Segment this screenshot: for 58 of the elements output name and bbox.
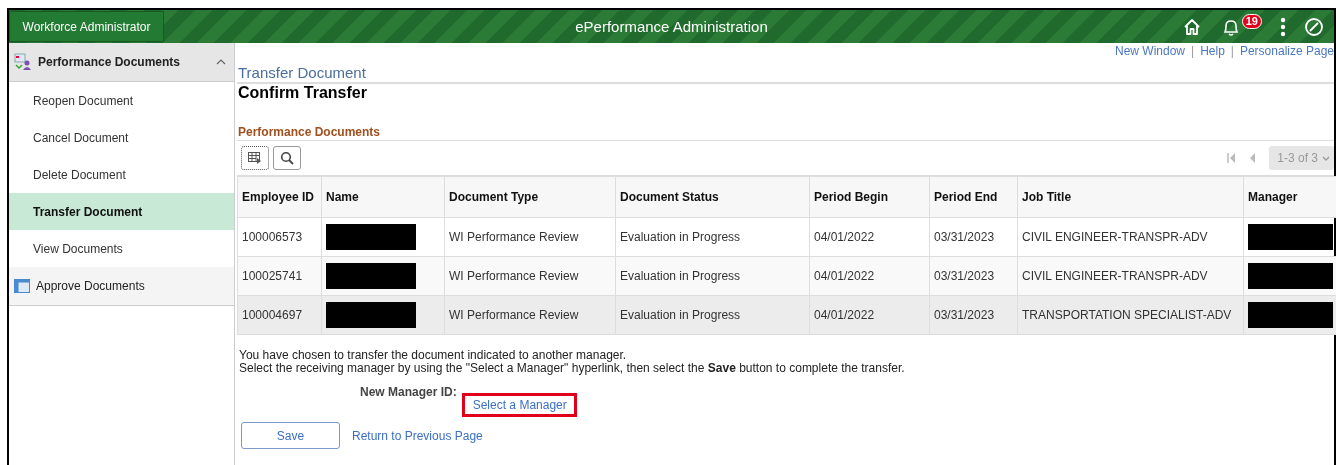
table-cell: 03/31/2023 bbox=[929, 256, 1018, 296]
sidebar-item[interactable]: Reopen Document bbox=[9, 82, 234, 119]
column-header: Employee ID bbox=[237, 176, 322, 218]
window-icon bbox=[14, 279, 30, 293]
grid-title: Performance Documents bbox=[238, 125, 381, 139]
page-title: Transfer Document bbox=[238, 64, 366, 81]
table-cell: TRANSPORTATION SPECIALIST-ADV bbox=[1017, 295, 1244, 335]
field-label: New Manager ID: bbox=[360, 385, 457, 399]
page-link[interactable]: Help bbox=[1200, 44, 1225, 59]
table-cell: 03/31/2023 bbox=[929, 217, 1018, 257]
page-subtitle: Confirm Transfer bbox=[238, 84, 367, 102]
table-cell: CIVIL ENGINEER-TRANSPR-ADV bbox=[1017, 217, 1244, 257]
return-link[interactable]: Return to Previous Page bbox=[352, 428, 483, 443]
table-cell: Evaluation in Progress bbox=[615, 295, 810, 335]
table-cell: 100004697 bbox=[237, 295, 322, 335]
column-header: Manager bbox=[1243, 176, 1336, 218]
column-header: Period End bbox=[929, 176, 1018, 218]
table-cell: 100006573 bbox=[237, 217, 322, 257]
grid-view-button[interactable] bbox=[241, 146, 269, 170]
table-cell: 03/31/2023 bbox=[929, 295, 1018, 335]
sidebar-item[interactable]: Transfer Document bbox=[9, 193, 234, 230]
column-header: Document Type bbox=[444, 176, 616, 218]
table-cell: 04/01/2022 bbox=[809, 217, 930, 257]
instruction-text: You have chosen to transfer the document indicated to another manager. bbox=[239, 349, 628, 362]
collapse-icon[interactable] bbox=[216, 59, 226, 65]
documents-person-icon bbox=[14, 53, 32, 71]
app-title: ePerformance Administration bbox=[575, 18, 768, 35]
more-icon[interactable] bbox=[1280, 16, 1286, 37]
page-link[interactable]: Personalize Page bbox=[1239, 44, 1334, 59]
search-icon bbox=[280, 151, 294, 165]
sidebar-item[interactable]: Cancel Document bbox=[9, 119, 234, 156]
table-cell: WI Performance Review bbox=[444, 256, 616, 296]
page-link[interactable]: New Window bbox=[1114, 44, 1185, 59]
sidebar-item[interactable]: View Documents bbox=[9, 230, 234, 267]
table-cell: Evaluation in Progress bbox=[615, 217, 810, 257]
table-cell: Evaluation in Progress bbox=[615, 256, 810, 296]
sidebar-section[interactable]: Performance Documents bbox=[9, 43, 234, 82]
search-button[interactable] bbox=[273, 146, 301, 170]
table-cell: CIVIL ENGINEER-TRANSPR-ADV bbox=[1017, 256, 1244, 296]
table-cell: 04/01/2022 bbox=[809, 295, 930, 335]
table-cell: 04/01/2022 bbox=[809, 256, 930, 296]
column-header: Period Begin bbox=[809, 176, 930, 218]
table-cell: 100025741 bbox=[237, 256, 322, 296]
table-cell: WI Performance Review bbox=[444, 217, 616, 257]
role-button[interactable]: Workforce Administrator bbox=[9, 11, 164, 42]
column-header: Document Status bbox=[615, 176, 810, 218]
column-header: Job Title bbox=[1017, 176, 1244, 218]
sidebar-section[interactable]: Approve Documents bbox=[9, 267, 234, 306]
link-separator: | bbox=[1230, 44, 1234, 59]
sidebar-item[interactable]: Delete Document bbox=[9, 156, 234, 193]
link-separator: | bbox=[1191, 44, 1195, 59]
notification-badge: 19 bbox=[1241, 13, 1262, 29]
column-header: Name bbox=[321, 176, 445, 218]
select-manager-link[interactable]: Select a Manager bbox=[461, 393, 577, 417]
save-button[interactable]: Save bbox=[241, 422, 340, 449]
instruction-text: Select the receiving manager by using the "Select a Manager" hyperlink, then select the Save button to complete the transfer. bbox=[239, 362, 906, 375]
table-cell: WI Performance Review bbox=[444, 295, 616, 335]
table-icon bbox=[248, 152, 262, 164]
